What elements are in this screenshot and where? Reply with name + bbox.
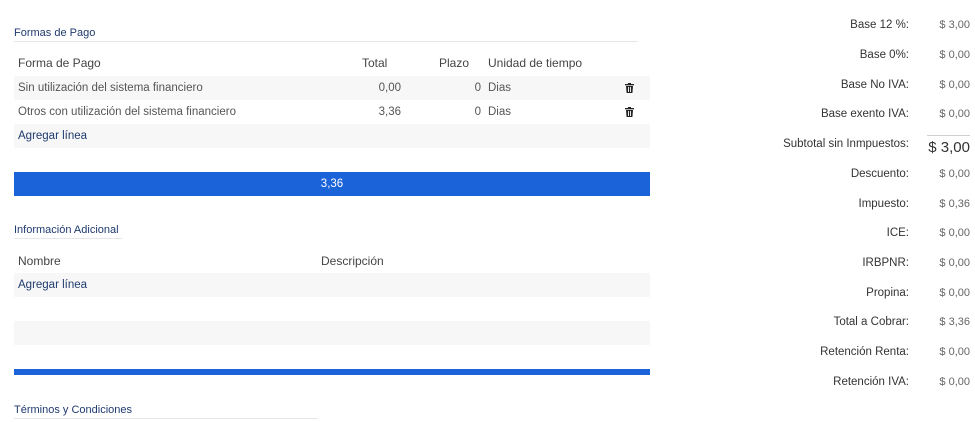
total-label: Base 0%: (859, 49, 909, 61)
add-line-row: Agregar línea (14, 124, 650, 148)
cell-total[interactable]: 3,36 (379, 100, 401, 124)
empty-row (14, 297, 650, 321)
total-label: Propina: (866, 287, 909, 299)
total-label: Retención IVA: (833, 376, 909, 388)
col-header-total[interactable]: Total (362, 51, 387, 75)
total-label: Descuento: (850, 168, 909, 180)
payment-section-title: Formas de Pago (14, 27, 96, 39)
total-value: $ 0,00 (939, 168, 970, 180)
terms-section-title: Términos y Condiciones (14, 404, 132, 416)
total-label: Base 12 %: (850, 19, 909, 31)
col-header-forma[interactable]: Forma de Pago (18, 51, 101, 75)
total-value: $ 0,00 (939, 49, 970, 61)
total-label: Base No IVA: (840, 79, 909, 91)
info-section-title: Información Adicional (14, 224, 119, 236)
cell-forma[interactable]: Sin utilización del sistema financiero (18, 76, 203, 100)
add-line-row: Agregar línea (14, 273, 650, 297)
total-value: $ 0,00 (939, 257, 970, 269)
info-table-header: Nombre Descripción (14, 249, 650, 273)
total-value: $ 0,36 (939, 198, 970, 210)
subtotal-label: Subtotal sin Inmpuestos: (783, 138, 909, 150)
total-label: IRBPNR: (862, 257, 909, 269)
total-value: $ 0,00 (939, 79, 970, 91)
payment-table-header: Forma de Pago Total Plazo Unidad de tiem… (14, 51, 650, 75)
cell-plazo[interactable]: 0 (475, 100, 481, 124)
trash-icon[interactable] (625, 107, 634, 117)
col-header-unidad[interactable]: Unidad de tiempo (488, 51, 582, 75)
table-row[interactable]: Sin utilización del sistema financiero 0… (14, 76, 650, 100)
payment-section-divider (14, 41, 638, 42)
col-header-plazo[interactable]: Plazo (439, 51, 469, 75)
subtotal-divider (927, 135, 970, 136)
total-label: Retención Renta: (820, 346, 909, 358)
total-label: Base exento IVA: (820, 108, 909, 120)
total-value: $ 3,36 (939, 316, 970, 328)
info-footer-bar (14, 369, 650, 375)
terms-section-divider (14, 418, 318, 419)
total-value: $ 3,00 (939, 19, 970, 31)
info-section-divider (14, 238, 122, 239)
total-label: Impuesto: (858, 198, 910, 210)
table-row[interactable]: Otros con utilización del sistema financ… (14, 100, 650, 124)
total-value: $ 0,00 (939, 108, 970, 120)
total-value: $ 0,00 (939, 376, 970, 388)
col-header-descripcion[interactable]: Descripción (321, 249, 384, 273)
total-label: ICE: (886, 227, 909, 239)
total-label: Total a Cobrar: (833, 316, 909, 328)
total-value: $ 0,00 (939, 287, 970, 299)
col-header-nombre[interactable]: Nombre (18, 249, 61, 273)
total-value: $ 0,00 (939, 346, 970, 358)
payment-total-value: 3,36 (320, 178, 344, 190)
add-line-link[interactable]: Agregar línea (18, 273, 87, 297)
cell-unidad[interactable]: Dias (488, 100, 511, 124)
cell-plazo[interactable]: 0 (475, 76, 481, 100)
add-line-link[interactable]: Agregar línea (18, 124, 87, 148)
cell-unidad[interactable]: Dias (488, 76, 511, 100)
cell-total[interactable]: 0,00 (379, 76, 401, 100)
trash-icon[interactable] (625, 83, 634, 93)
cell-forma[interactable]: Otros con utilización del sistema financ… (18, 100, 236, 124)
total-value: $ 0,00 (939, 227, 970, 239)
empty-row (14, 321, 650, 345)
subtotal-value: $ 3,00 (928, 139, 970, 156)
payment-total-bar: 3,36 (14, 172, 650, 196)
